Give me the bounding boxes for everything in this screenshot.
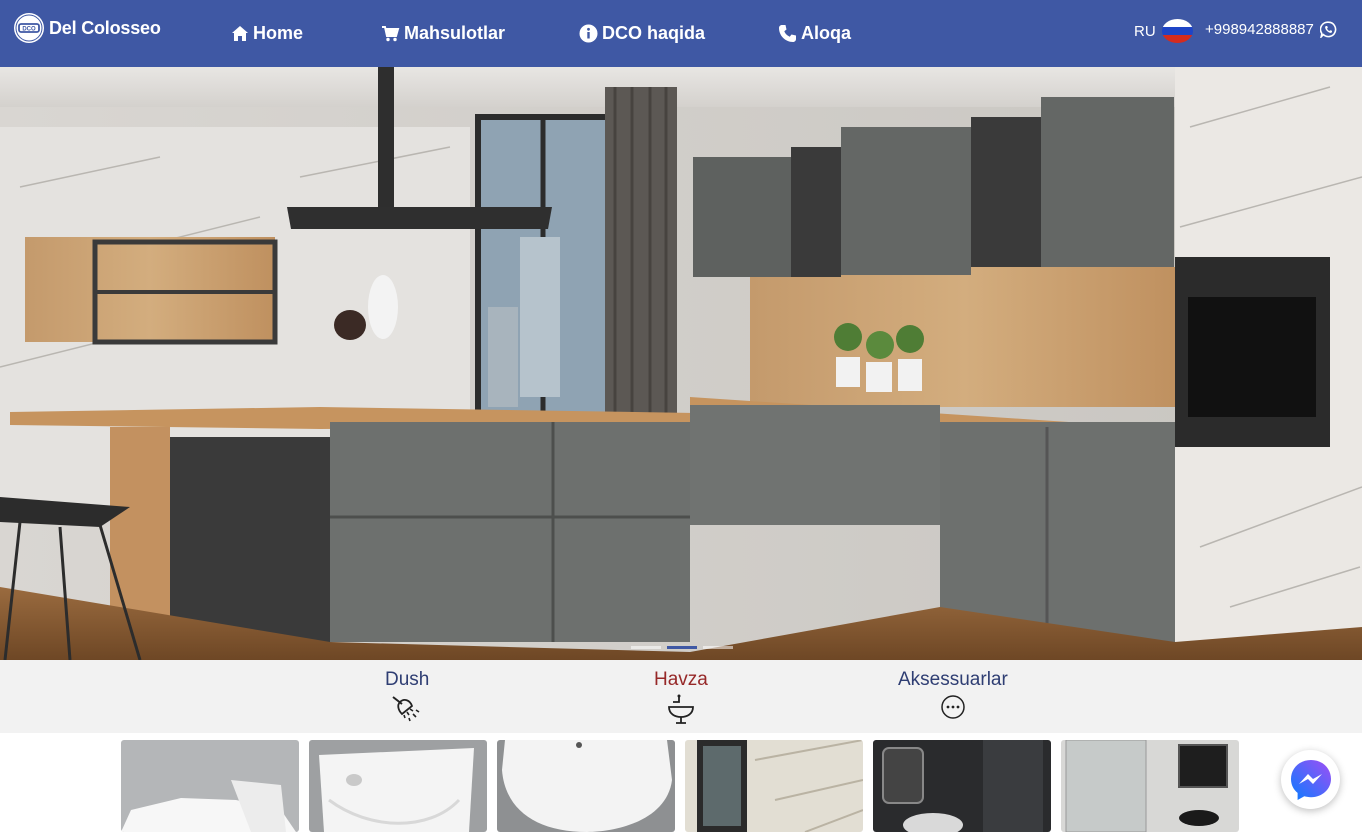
language-switch[interactable]: RU xyxy=(1134,19,1193,43)
info-icon xyxy=(579,24,598,42)
nav-products-link[interactable]: Mahsulotlar xyxy=(381,20,505,46)
shower-icon xyxy=(392,696,420,722)
nav-about-label: DCO haqida xyxy=(602,22,706,43)
product-card-basin-1[interactable] xyxy=(309,740,487,832)
brand-name: Del Colosseo xyxy=(49,17,161,38)
hero-kitchen-image xyxy=(0,67,1362,660)
category-aksessuarlar[interactable]: Aksessuarlar xyxy=(898,669,1008,720)
carousel-indicator-3[interactable] xyxy=(703,646,733,649)
messenger-chat-button[interactable] xyxy=(1281,750,1340,809)
logo-icon: DCO xyxy=(14,13,44,43)
whatsapp-icon xyxy=(1319,21,1337,38)
carousel-indicator-2[interactable] xyxy=(667,646,697,649)
category-dush-label: Dush xyxy=(385,669,430,690)
category-dush[interactable]: Dush xyxy=(385,669,429,722)
product-image-toilet xyxy=(121,740,299,832)
phone-icon xyxy=(779,24,796,42)
language-code: RU xyxy=(1134,22,1156,40)
nav-contact-link[interactable]: Aloqa xyxy=(778,20,851,46)
home-icon xyxy=(232,25,248,41)
category-havza[interactable]: Havza xyxy=(654,669,708,724)
product-image-basin-1 xyxy=(309,740,487,832)
product-image-shower-set xyxy=(1061,740,1239,832)
product-card-basin-2[interactable] xyxy=(497,740,675,832)
nav-home-label: Home xyxy=(253,22,304,43)
carousel-indicator-1[interactable] xyxy=(631,646,661,649)
product-card-shower-set[interactable] xyxy=(1061,740,1239,832)
navbar: DCO Del Colosseo Home Mahsulotlar DCO ha… xyxy=(0,0,1362,67)
category-aksessuarlar-label: Aksessuarlar xyxy=(898,669,1008,690)
product-image-basin-2 xyxy=(497,740,675,832)
category-strip: Dush Havza Aksessuarlar xyxy=(0,660,1362,733)
product-card-toilet[interactable] xyxy=(121,740,299,832)
category-havza-label: Havza xyxy=(654,669,708,690)
cart-icon xyxy=(382,25,400,41)
nav-home-link[interactable]: Home xyxy=(231,20,303,46)
nav-about-link[interactable]: DCO haqida xyxy=(579,20,705,46)
svg-text:DCO: DCO xyxy=(22,27,36,33)
russian-flag-icon xyxy=(1161,19,1193,43)
product-grid xyxy=(0,733,1362,832)
phone-number: +998942888887 xyxy=(1205,21,1314,38)
sink-icon xyxy=(668,694,694,724)
product-image-marble-bath xyxy=(685,740,863,832)
phone-link[interactable]: +998942888887 xyxy=(1205,21,1337,38)
product-card-dark-bath[interactable] xyxy=(873,740,1051,832)
messenger-icon xyxy=(1290,759,1331,800)
carousel-indicators xyxy=(631,646,733,649)
product-image-dark-bath xyxy=(873,740,1051,832)
hero-carousel[interactable] xyxy=(0,67,1362,660)
nav-contact-label: Aloqa xyxy=(801,22,852,43)
more-icon xyxy=(941,695,965,719)
product-card-marble-bath[interactable] xyxy=(685,740,863,832)
nav-products-label: Mahsulotlar xyxy=(404,22,506,43)
brand-link[interactable]: DCO Del Colosseo xyxy=(14,12,161,44)
